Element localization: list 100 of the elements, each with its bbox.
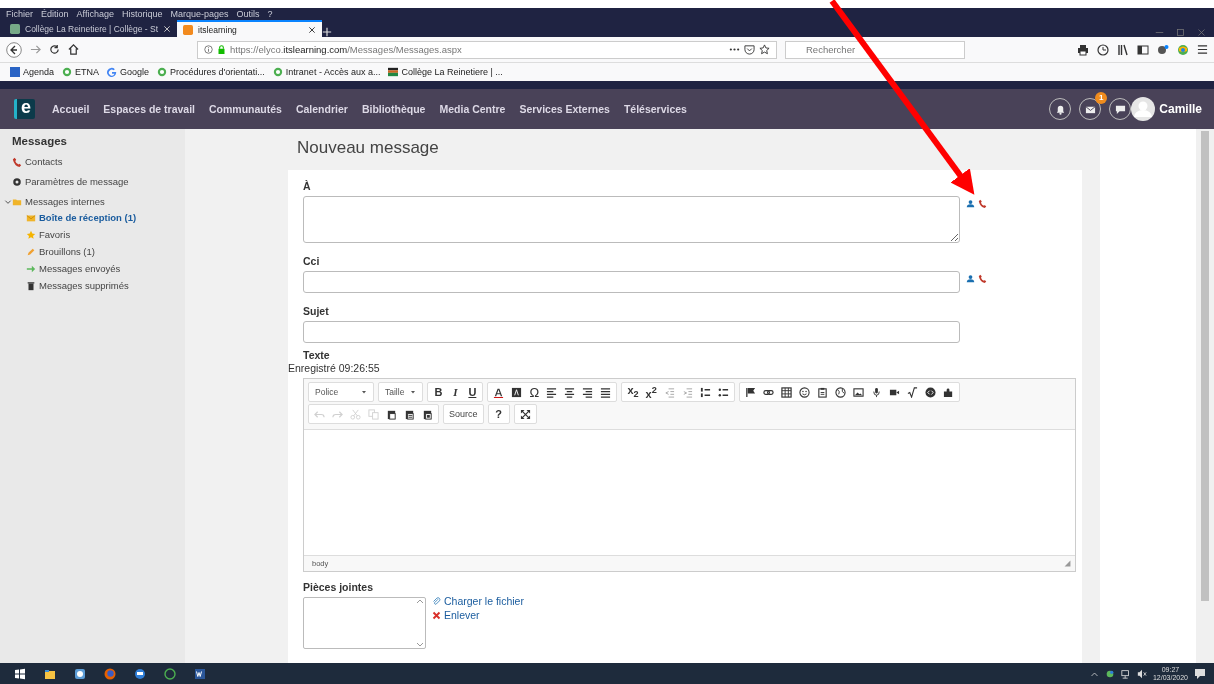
firefox-icon[interactable]	[104, 668, 116, 680]
printer-icon[interactable]	[1077, 43, 1089, 56]
nav-link[interactable]: Bibliothèque	[354, 103, 433, 115]
fullscreen-icon	[519, 408, 531, 420]
menu-item[interactable]: Marque-pages	[170, 9, 229, 19]
toolbar-button[interactable]: Ω	[526, 384, 543, 400]
library-icon[interactable]	[1117, 43, 1129, 56]
sidebar-item[interactable]: Favoris	[26, 227, 71, 242]
notification-icon[interactable]	[1194, 668, 1206, 680]
link[interactable]: Charger le fichier	[432, 595, 524, 607]
menu-item[interactable]: Affichage	[76, 9, 114, 19]
bookmark[interactable]: Collège La Reinetiere | ...	[388, 67, 503, 77]
network-icon[interactable]	[1120, 669, 1131, 679]
ring-icon[interactable]	[164, 668, 176, 680]
search-field[interactable]: Rechercher	[785, 40, 965, 59]
menu-item[interactable]: Historique	[121, 9, 163, 19]
scrollbar-arrows-icon	[415, 598, 425, 648]
sidebar-item[interactable]: Paramètres de message	[12, 173, 129, 190]
avatar-icon[interactable]	[1131, 97, 1156, 121]
phone-icon[interactable]	[978, 274, 987, 283]
dropdown[interactable]: Police	[311, 384, 371, 400]
resize-handle-icon[interactable]	[1064, 560, 1071, 567]
pocket-icon[interactable]	[744, 44, 755, 55]
reload-icon[interactable]	[49, 44, 60, 55]
sidebar-item[interactable]: Contacts	[12, 153, 63, 170]
toolbar-button[interactable]: Source	[446, 406, 481, 422]
nav-link[interactable]: Media Centre	[432, 103, 513, 115]
sidebar-item[interactable]: Messages envoyés	[26, 261, 121, 276]
dropdown[interactable]: Taille	[381, 384, 421, 400]
menu-icon[interactable]	[1197, 44, 1208, 55]
history-clock-icon[interactable]	[1097, 43, 1109, 56]
paste-text-icon	[404, 408, 415, 420]
envelope-icon	[1084, 103, 1096, 115]
browser-tab[interactable]: Collège La Reinetiere | Collège - St	[4, 20, 178, 37]
smiley-icon	[798, 386, 810, 398]
account-icon[interactable]	[1157, 43, 1169, 56]
speech-bubble-icon	[1114, 103, 1126, 115]
toolbar-button[interactable]: x$^{2}$	[642, 384, 660, 400]
bookmark[interactable]: ETNA	[62, 67, 100, 77]
menu-item[interactable]: ?	[267, 9, 273, 19]
toolbar-button[interactable]: U	[464, 384, 481, 400]
info-icon[interactable]	[204, 45, 213, 54]
globe-icon[interactable]	[134, 668, 146, 680]
close-icon[interactable]	[308, 25, 317, 34]
speaker-icon[interactable]	[1136, 669, 1147, 679]
nav-link[interactable]: Communautés	[202, 103, 289, 115]
menu-item[interactable]: Outils	[236, 9, 260, 19]
nav-link[interactable]: Services Externes	[512, 103, 617, 115]
toolbar-button[interactable]: B	[430, 384, 447, 400]
colorful-globe-icon[interactable]	[1177, 43, 1189, 56]
input-field[interactable]	[303, 321, 960, 343]
sidebar-icon[interactable]	[1137, 43, 1149, 56]
caret-icon	[361, 389, 367, 395]
code-icon	[924, 386, 936, 398]
bullet-list-icon	[717, 386, 729, 398]
nav-link[interactable]: Calendrier	[288, 103, 355, 115]
person-icon[interactable]	[966, 199, 975, 208]
user-name[interactable]: Camille	[1159, 102, 1202, 116]
folder-icon[interactable]	[44, 668, 56, 680]
nav-link[interactable]: Espaces de travail	[96, 103, 202, 115]
toolbar-button[interactable]: I	[447, 384, 464, 400]
sidebar-item[interactable]: Boîte de réception (1)	[26, 210, 137, 225]
align-center-icon	[564, 386, 576, 398]
nav-link[interactable]: Téléservices	[616, 103, 694, 115]
toolbar-button[interactable]: x$_{2}$	[624, 384, 642, 400]
home-icon[interactable]	[68, 44, 79, 55]
chevron-down-icon[interactable]	[4, 197, 12, 206]
field-label: Pièces jointes	[303, 581, 375, 593]
circle-logo-icon	[157, 67, 168, 77]
app-tray-icon[interactable]	[1104, 669, 1115, 679]
input-field[interactable]	[303, 271, 960, 293]
star-icon[interactable]	[759, 44, 770, 55]
sidebar-item[interactable]: Messages internes	[12, 193, 105, 210]
input-field[interactable]	[303, 196, 960, 243]
restore-icon[interactable]	[1176, 28, 1185, 37]
bookmark[interactable]: Intranet - Accès aux a...	[272, 67, 381, 77]
windows-logo-icon[interactable]	[14, 668, 26, 680]
bookmark[interactable]: Agenda	[10, 67, 55, 77]
bookmark[interactable]: Google	[107, 67, 150, 77]
word-icon[interactable]	[194, 668, 206, 680]
justify-icon	[600, 386, 612, 398]
bookmark[interactable]: Procédures d'orientati...	[157, 67, 265, 77]
scrollbar[interactable]	[1196, 129, 1214, 663]
sidebar-item[interactable]: Brouillons (1)	[26, 244, 95, 259]
forward-icon[interactable]	[30, 44, 41, 55]
new-tab-icon[interactable]	[322, 27, 333, 37]
app-icon[interactable]	[74, 668, 86, 680]
menu-item[interactable]: Fichier	[6, 9, 33, 19]
address-bar[interactable]: https://elyco.itslearning.com/Messages/Messages.aspx	[197, 40, 777, 59]
nav-link[interactable]: Accueil	[45, 103, 97, 115]
toolbar-button[interactable]: ?	[490, 406, 507, 422]
link[interactable]: Enlever	[432, 609, 524, 621]
numbered-list-icon	[699, 386, 711, 398]
app-logo[interactable]: e	[14, 99, 35, 119]
back-icon[interactable]	[6, 41, 22, 58]
phone-icon[interactable]	[978, 199, 987, 208]
sidebar-item[interactable]: Messages supprimés	[26, 278, 129, 293]
menu-item[interactable]: Édition	[41, 9, 69, 19]
browser-tab[interactable]: itslearning	[177, 20, 323, 37]
person-icon[interactable]	[966, 274, 975, 283]
